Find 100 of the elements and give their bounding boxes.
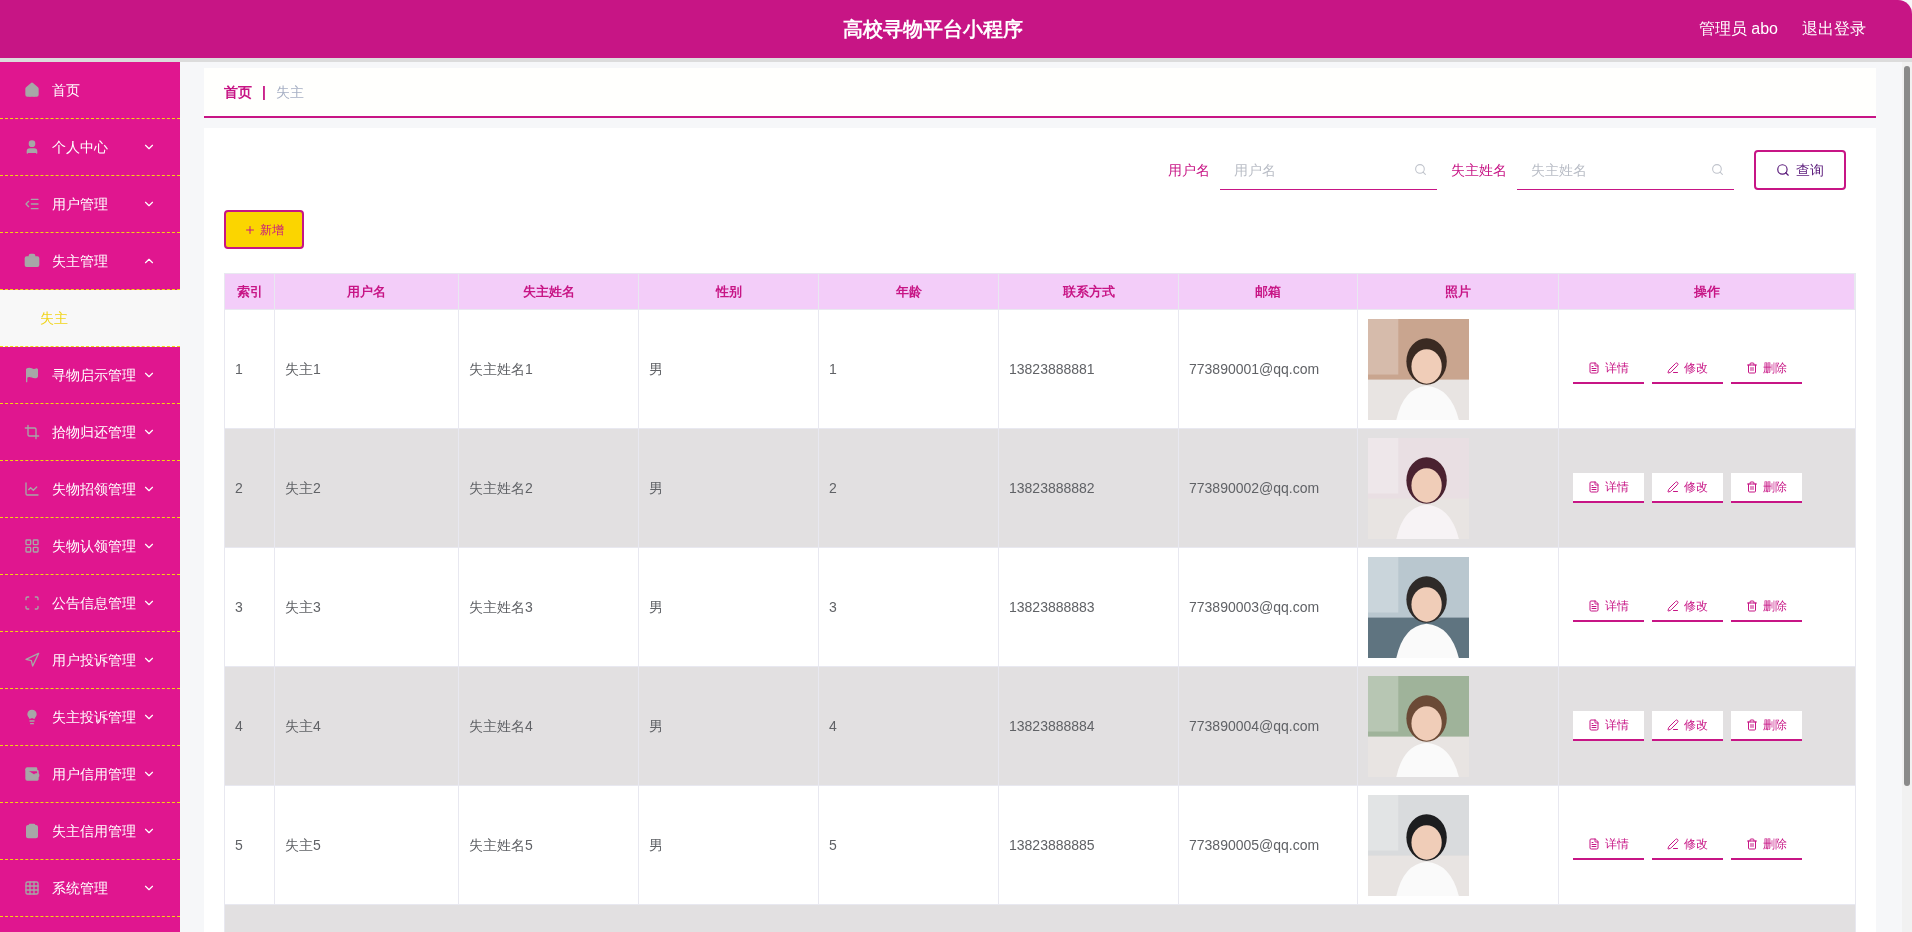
table-cell-text: 失主姓名4 [469, 716, 533, 736]
pen-icon [1667, 719, 1679, 731]
action-button[interactable]: 详情 [1573, 592, 1644, 622]
table-cell-text: 3 [829, 597, 837, 617]
user-icon [24, 139, 40, 155]
lightbulb-icon [24, 709, 40, 725]
sidebar-item[interactable]: 失物招领管理 [0, 461, 180, 518]
table-cell-text: 13823888882 [1009, 478, 1095, 498]
document-icon [1588, 481, 1600, 493]
grid-icon [24, 538, 40, 554]
action-button[interactable]: 详情 [1573, 830, 1644, 860]
table-cell-text: 1 [829, 359, 837, 379]
table-cell-text: 773890003@qq.com [1189, 597, 1320, 617]
action-button[interactable]: 详情 [1573, 354, 1644, 384]
document-icon [1588, 719, 1600, 731]
trash-icon [1746, 838, 1758, 850]
sidebar-item[interactable]: 首页 [0, 62, 180, 119]
crop-icon [24, 424, 40, 440]
table-cell-text: 4 [235, 716, 243, 736]
menu-label: 失主投诉管理 [52, 707, 136, 727]
table-cell-text: 4 [829, 716, 837, 736]
menu-label: 失物认领管理 [52, 536, 136, 556]
table-cell-text: 男 [649, 716, 663, 736]
logout-link[interactable]: 退出登录 [1802, 17, 1866, 41]
table-cell-text: 773890001@qq.com [1189, 359, 1320, 379]
table-cell-text: 13823888885 [1009, 835, 1095, 855]
action-button[interactable]: 修改 [1652, 354, 1723, 384]
sidebar-item[interactable]: 用户投诉管理 [0, 632, 180, 689]
add-button[interactable]: 新增 [224, 210, 304, 249]
search-label: 失主姓名 [1451, 160, 1507, 180]
menu-label: 个人中心 [52, 137, 108, 157]
menu-label: 用户信用管理 [52, 764, 136, 784]
action-button[interactable]: 删除 [1731, 354, 1802, 384]
menu-label: 公告信息管理 [52, 593, 136, 613]
action-button[interactable]: 修改 [1652, 830, 1723, 860]
flag-icon [24, 367, 40, 383]
search-label: 用户名 [1168, 160, 1210, 180]
action-button[interactable]: 删除 [1731, 711, 1802, 741]
menu-label: 系统管理 [52, 878, 108, 898]
clipboard-icon [24, 823, 40, 839]
search-field[interactable]: 用户名 [1220, 150, 1437, 190]
trash-icon [1746, 481, 1758, 493]
table-cell-text: 5 [829, 835, 837, 855]
query-button[interactable]: 查询 [1754, 150, 1846, 190]
table-cell-text: 失主姓名3 [469, 597, 533, 617]
plus-icon [244, 223, 256, 236]
pen-icon [1667, 838, 1679, 850]
table-cell-text: 男 [649, 478, 663, 498]
search-icon [1776, 163, 1790, 177]
sidebar-item[interactable]: 个人中心 [0, 119, 180, 176]
list-icon [24, 196, 40, 212]
search-icon [1711, 163, 1724, 176]
document-icon [1588, 838, 1600, 850]
table-cell-text: 773890005@qq.com [1189, 835, 1320, 855]
search-field[interactable]: 失主姓名 [1517, 150, 1734, 190]
sidebar-item[interactable]: 用户管理 [0, 176, 180, 233]
table-cell-text: 失主姓名2 [469, 478, 533, 498]
menu-label: 失主信用管理 [52, 821, 136, 841]
table-cell-text: 失主3 [285, 597, 321, 617]
menu-label: 用户管理 [52, 194, 108, 214]
action-button[interactable]: 修改 [1652, 711, 1723, 741]
breadcrumb-home[interactable]: 首页 [224, 81, 252, 103]
sidebar-item[interactable]: 失主信用管理 [0, 803, 180, 860]
sidebar-item[interactable]: 拾物归还管理 [0, 404, 180, 461]
trash-icon [1746, 600, 1758, 612]
table-cell-text: 失主4 [285, 716, 321, 736]
table-cell-text: 2 [235, 478, 243, 498]
table-cell-text: 男 [649, 359, 663, 379]
menu-label: 失主管理 [52, 251, 108, 271]
wallet-icon [24, 766, 40, 782]
breadcrumb-separator: | [262, 82, 266, 102]
breadcrumb-current: 失主 [275, 82, 304, 102]
scan-icon [24, 595, 40, 611]
action-button[interactable]: 删除 [1731, 592, 1802, 622]
pen-icon [1667, 600, 1679, 612]
sidebar-item[interactable]: 失主投诉管理 [0, 689, 180, 746]
sidebar-item[interactable]: 寻物启示管理 [0, 347, 180, 404]
table-cell-text: 男 [649, 835, 663, 855]
table-cell-text: 3 [235, 597, 243, 617]
action-button[interactable]: 删除 [1731, 830, 1802, 860]
home-icon [24, 82, 40, 98]
sidebar-item[interactable]: 公告信息管理 [0, 575, 180, 632]
app-title: 高校寻物平台小程序 [843, 17, 1023, 42]
table-cell-text: 773890004@qq.com [1189, 716, 1320, 736]
action-button[interactable]: 修改 [1652, 592, 1723, 622]
menu-label: 拾物归还管理 [52, 422, 136, 442]
action-button[interactable]: 详情 [1573, 711, 1644, 741]
table-cell-text: 13823888883 [1009, 597, 1095, 617]
action-button[interactable]: 修改 [1652, 473, 1723, 503]
table-cell-text: 5 [235, 835, 243, 855]
sidebar-item[interactable]: 系统管理 [0, 860, 180, 917]
sidebar-item[interactable]: 失物认领管理 [0, 518, 180, 575]
table-cell-text: 13823888881 [1009, 359, 1095, 379]
admin-name: 管理员 abo [1698, 19, 1778, 39]
action-button[interactable]: 详情 [1573, 473, 1644, 503]
pen-icon [1667, 362, 1679, 374]
document-icon [1588, 600, 1600, 612]
sidebar-item[interactable]: 用户信用管理 [0, 746, 180, 803]
action-button[interactable]: 删除 [1731, 473, 1802, 503]
chart-icon [24, 481, 40, 497]
